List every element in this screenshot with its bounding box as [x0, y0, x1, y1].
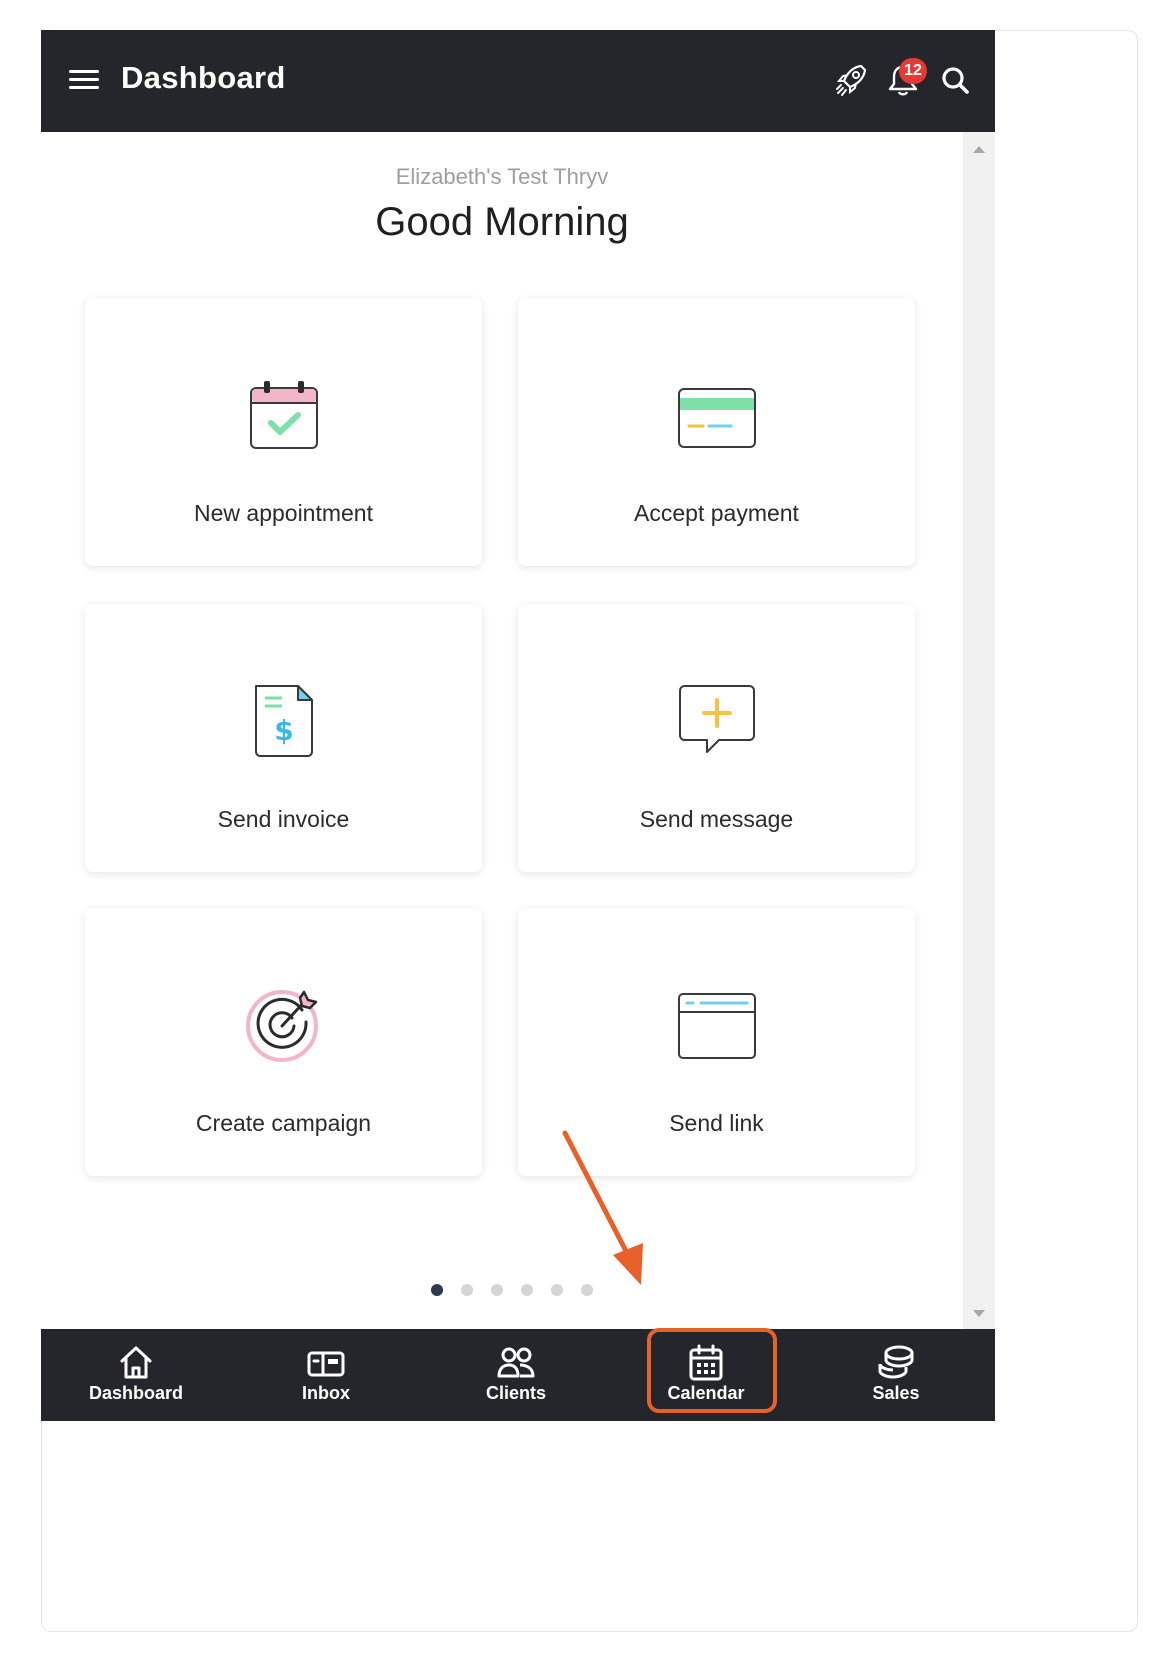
invoice-icon: $: [255, 685, 313, 757]
card-label: Accept payment: [634, 500, 799, 526]
card-label: New appointment: [194, 500, 373, 526]
greeting-heading: Good Morning: [375, 200, 629, 244]
accept-payment-card[interactable]: Accept payment: [518, 298, 915, 566]
notification-badge: 12: [899, 58, 927, 84]
send-message-card[interactable]: Send message: [518, 604, 915, 872]
search-icon[interactable]: [936, 60, 976, 100]
top-header: Dashboard 12: [41, 30, 995, 132]
home-icon: [120, 1346, 152, 1379]
scroll-down-arrow[interactable]: [973, 1310, 985, 1317]
rocket-icon[interactable]: [831, 60, 871, 100]
pagination-dot[interactable]: [521, 1284, 533, 1296]
annotation-arrow: [562, 1130, 643, 1285]
message-plus-icon: [679, 685, 755, 753]
card-label: Create campaign: [195, 1110, 372, 1136]
app-window: Dashboard 12 Elizabeth's Test Thryv Good…: [41, 30, 995, 1421]
nav-label: Dashboard: [88, 1383, 184, 1403]
calendar-highlight-box: [647, 1328, 777, 1413]
nav-label: Clients: [485, 1383, 546, 1403]
vertical-scrollbar[interactable]: [963, 132, 995, 1329]
menu-icon[interactable]: [69, 68, 99, 92]
pagination-dot[interactable]: [461, 1284, 473, 1296]
card-label: Send invoice: [217, 806, 350, 832]
scroll-up-arrow[interactable]: [973, 146, 985, 153]
business-name: Elizabeth's Test Thryv: [395, 164, 609, 189]
mailbox-icon: [307, 1351, 345, 1377]
nav-sales[interactable]: Sales: [821, 1343, 971, 1413]
bottom-navigation: Dashboard Inbox Clients Calendar Sales: [41, 1329, 995, 1421]
nav-inbox[interactable]: Inbox: [251, 1343, 401, 1413]
credit-card-icon: [678, 388, 756, 448]
nav-label: Inbox: [302, 1383, 350, 1403]
send-invoice-card[interactable]: $ Send invoice: [85, 604, 482, 872]
nav-label: Sales: [872, 1383, 920, 1403]
pagination-dot[interactable]: [491, 1284, 503, 1296]
page-title: Dashboard: [121, 60, 286, 95]
new-appointment-card[interactable]: New appointment: [85, 298, 482, 566]
pagination-dot[interactable]: [431, 1284, 443, 1296]
svg-text:$: $: [274, 714, 293, 747]
browser-window-icon: [678, 993, 756, 1059]
create-campaign-card[interactable]: Create campaign: [85, 908, 482, 1176]
target-icon: [246, 990, 318, 1062]
users-icon: [497, 1347, 535, 1378]
calendar-check-icon: [250, 381, 318, 449]
card-label: Send message: [639, 806, 794, 832]
coins-icon: [878, 1345, 914, 1379]
nav-dashboard[interactable]: Dashboard: [61, 1343, 211, 1413]
nav-clients[interactable]: Clients: [441, 1343, 591, 1413]
